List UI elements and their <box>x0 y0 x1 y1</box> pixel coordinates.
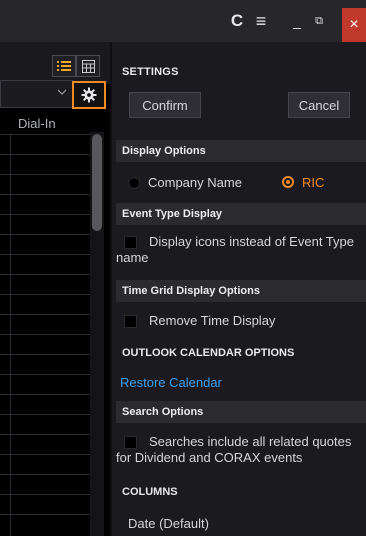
scrollbar-thumb[interactable] <box>92 134 102 231</box>
menu-icon[interactable]: ≡ <box>250 10 272 32</box>
gear-icon <box>81 87 97 103</box>
display-options-header: Display Options <box>116 140 366 162</box>
time-grid-header: Time Grid Display Options <box>116 280 366 302</box>
restore-calendar-link[interactable]: Restore Calendar <box>120 375 222 390</box>
search-label-line-1: Searches include all related quotes <box>149 434 352 449</box>
title-bar: C ≡ _ ⧉ × <box>0 0 366 42</box>
column-item-date[interactable]: Date (Default) <box>128 516 209 531</box>
display-icons-label[interactable]: Display icons instead of Event Type name <box>116 234 366 266</box>
filter-dropdown[interactable] <box>0 80 74 108</box>
ric-radio[interactable] <box>282 176 294 188</box>
remove-time-display-label[interactable]: Remove Time Display <box>149 313 275 328</box>
search-options-header: Search Options <box>116 401 366 423</box>
remove-time-display-checkbox[interactable] <box>124 315 137 328</box>
event-type-display-header: Event Type Display <box>116 203 366 225</box>
outlook-calendar-heading: OUTLOOK CALENDAR OPTIONS <box>122 347 295 359</box>
search-related-quotes-label[interactable]: Searches include all related quotes for … <box>116 434 366 466</box>
settings-panel: SETTINGS Confirm Cancel Display Options … <box>112 42 366 536</box>
search-label-line-2: for Dividend and CORAX events <box>116 450 303 465</box>
minimize-icon[interactable]: _ <box>287 10 307 32</box>
company-name-radio[interactable] <box>128 177 140 189</box>
ric-label[interactable]: RIC <box>302 175 324 190</box>
list-view-icon[interactable] <box>52 55 76 77</box>
refresh-icon[interactable]: C <box>226 10 248 32</box>
columns-heading: COLUMNS <box>122 486 178 498</box>
dial-in-column-header[interactable]: Dial-In <box>18 116 56 131</box>
close-icon[interactable]: × <box>342 8 366 42</box>
cancel-button[interactable]: Cancel <box>288 92 350 118</box>
calendar-toolbar <box>0 42 110 84</box>
calendar-pane: Dial-In <box>0 42 110 536</box>
chevron-down-icon <box>57 86 67 98</box>
settings-heading: SETTINGS <box>122 66 179 78</box>
settings-gear-button[interactable] <box>72 81 106 109</box>
company-name-label[interactable]: Company Name <box>148 175 242 190</box>
calendar-grid-icon[interactable] <box>76 55 100 77</box>
restore-icon[interactable]: ⧉ <box>310 10 328 32</box>
confirm-button[interactable]: Confirm <box>129 92 201 118</box>
